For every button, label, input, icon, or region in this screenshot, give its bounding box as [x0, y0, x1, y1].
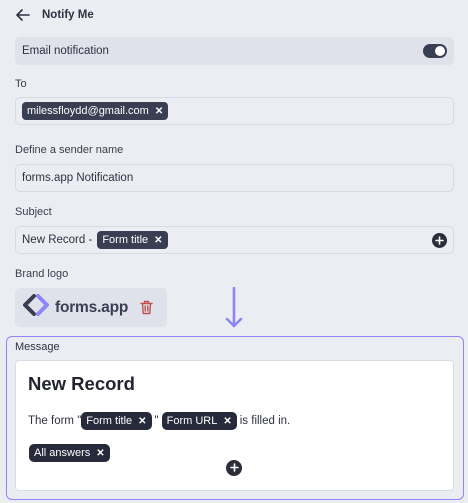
message-panel: Message New Record The form " Form title… — [6, 336, 464, 500]
message-editor[interactable]: New Record The form " Form title ✕ " For… — [15, 360, 454, 491]
subject-label: Subject — [15, 206, 52, 218]
page-title: Notify Me — [42, 9, 94, 21]
toggle-knob — [435, 46, 445, 56]
page-header: Notify Me — [16, 5, 94, 25]
trash-icon[interactable] — [140, 300, 153, 315]
form-title-chip: Form title ✕ — [81, 412, 152, 430]
form-url-chip-text: Form URL — [166, 415, 218, 427]
email-notification-toggle[interactable] — [423, 44, 447, 58]
remove-subject-tag-icon[interactable]: ✕ — [154, 235, 162, 246]
message-heading: New Record — [28, 373, 135, 394]
subject-chip-text: Form title — [102, 234, 149, 246]
recipient-chip-text: milessfloydd@gmail.com — [27, 105, 149, 117]
to-input[interactable]: milessfloydd@gmail.com ✕ — [15, 97, 454, 125]
brand-logo-box: forms.app — [15, 288, 167, 327]
sender-name-value: forms.app Notification — [22, 172, 134, 184]
email-notification-label: Email notification — [22, 45, 109, 57]
remove-form-title-icon[interactable]: ✕ — [138, 416, 146, 427]
message-line-suffix: is filled in. — [239, 415, 291, 427]
sender-name-input[interactable]: forms.app Notification — [15, 164, 454, 192]
form-url-chip: Form URL ✕ — [161, 412, 237, 430]
message-quote-close: " — [154, 415, 159, 427]
to-label: To — [15, 78, 27, 90]
all-answers-row: All answers ✕ — [29, 443, 110, 462]
add-subject-tag-icon[interactable] — [432, 232, 447, 248]
subject-form-title-chip: Form title ✕ — [97, 231, 168, 249]
arrow-left-icon[interactable] — [16, 7, 32, 23]
remove-form-url-icon[interactable]: ✕ — [223, 416, 231, 427]
all-answers-chip-text: All answers — [34, 447, 91, 459]
arrow-down-icon — [225, 286, 243, 334]
all-answers-chip: All answers ✕ — [29, 444, 110, 462]
recipient-chip: milessfloydd@gmail.com ✕ — [22, 102, 169, 120]
forms-app-logo-icon — [23, 294, 49, 321]
form-title-chip-text: Form title — [86, 415, 133, 427]
sender-name-label: Define a sender name — [15, 144, 124, 156]
add-tag-icon[interactable] — [226, 459, 242, 477]
remove-all-answers-icon[interactable]: ✕ — [96, 448, 104, 459]
message-label: Message — [15, 341, 60, 353]
email-notification-row: Email notification — [15, 37, 454, 65]
subject-input[interactable]: New Record - Form title ✕ — [15, 226, 454, 254]
subject-prefix: New Record - — [22, 234, 93, 246]
message-line-prefix: The form " — [28, 415, 82, 427]
brand-logo-label: Brand logo — [15, 268, 69, 280]
message-line: The form " Form title ✕ " Form URL ✕ is … — [28, 412, 290, 430]
brand-logo-text: forms.app — [55, 298, 129, 316]
remove-recipient-icon[interactable]: ✕ — [155, 106, 163, 117]
